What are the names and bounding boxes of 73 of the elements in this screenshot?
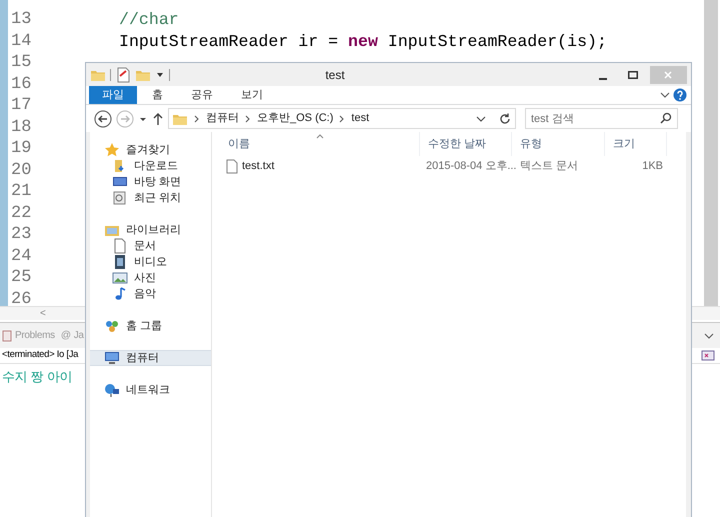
ribbon-tab[interactable]: 보기 bbox=[228, 86, 276, 104]
breadcrumb-item[interactable]: test bbox=[351, 110, 370, 127]
nav-item[interactable]: 바탕 화면 bbox=[90, 174, 211, 190]
breadcrumb-item[interactable]: 오후반_OS (C:) bbox=[257, 110, 334, 127]
console-icon bbox=[700, 348, 716, 362]
line-number: 16 bbox=[10, 74, 32, 95]
search-icon bbox=[660, 112, 672, 124]
line-number: 22 bbox=[10, 202, 32, 224]
window-title: test bbox=[324, 66, 346, 84]
back-icon bbox=[94, 110, 112, 128]
chevron-down-icon bbox=[659, 90, 671, 100]
nav-item[interactable]: 다운로드 bbox=[90, 158, 211, 174]
recent-places-icon bbox=[112, 190, 128, 206]
minimize-icon bbox=[599, 78, 607, 80]
column-header[interactable]: 수정한 날짜 bbox=[428, 136, 486, 152]
line-number: 23 bbox=[10, 224, 32, 246]
document-icon bbox=[112, 238, 128, 254]
nav-item[interactable]: 네트워크 bbox=[90, 382, 211, 398]
forward-icon bbox=[116, 110, 134, 128]
homegroup-icon bbox=[104, 318, 120, 334]
chevron-right-icon bbox=[245, 114, 251, 122]
refresh-icon bbox=[498, 112, 512, 126]
file-name[interactable]: test.txt bbox=[242, 158, 274, 174]
nav-item[interactable]: 즐겨찾기 bbox=[90, 142, 211, 158]
nav-item[interactable]: 홈 그룹 bbox=[90, 318, 211, 334]
column-header[interactable]: 크기 bbox=[613, 136, 635, 152]
picture-icon bbox=[112, 270, 128, 286]
nav-item[interactable]: 라이브러리 bbox=[90, 222, 211, 238]
column-header[interactable]: 유형 bbox=[520, 136, 542, 152]
network-icon bbox=[104, 382, 120, 398]
sort-caret-icon bbox=[316, 134, 324, 139]
chevron-down-icon bbox=[476, 114, 486, 122]
line-number: 13 bbox=[10, 9, 32, 30]
nav-item[interactable]: 비디오 bbox=[90, 254, 211, 270]
line-number: 24 bbox=[10, 246, 32, 267]
line-number: 17 bbox=[10, 95, 32, 116]
line-number: 15 bbox=[10, 52, 32, 74]
address-bar[interactable]: 컴퓨터 오후반_OS (C:) test bbox=[168, 108, 516, 129]
line-number: 21 bbox=[10, 181, 32, 202]
line-number: 19 bbox=[10, 138, 32, 160]
code-line: //char bbox=[119, 9, 179, 30]
column-header[interactable]: 이름 bbox=[228, 136, 250, 152]
code-line: InputStreamReader ir = new InputStreamReader(is); bbox=[119, 30, 607, 52]
line-number: 18 bbox=[10, 116, 32, 138]
chevron-down-icon bbox=[704, 332, 714, 340]
line-number: 26 bbox=[10, 288, 32, 306]
vertical-scrollbar[interactable] bbox=[704, 0, 718, 306]
chevron-right-icon bbox=[194, 114, 200, 122]
star-icon bbox=[104, 142, 120, 158]
maximize-icon bbox=[628, 70, 638, 78]
line-number: 25 bbox=[10, 267, 32, 288]
video-icon bbox=[112, 254, 128, 270]
nav-item[interactable]: 문서 bbox=[90, 238, 211, 254]
ribbon-tab[interactable]: 파일 bbox=[89, 86, 137, 104]
ribbon-tab[interactable]: 홈 bbox=[139, 86, 176, 104]
nav-item[interactable]: 최근 위치 bbox=[90, 190, 211, 206]
table-cell-text: 1KB bbox=[641, 158, 664, 174]
breadcrumb-item[interactable]: 컴퓨터 bbox=[206, 110, 239, 127]
nav-item[interactable]: 음악 bbox=[90, 286, 211, 302]
line-number: 20 bbox=[10, 160, 32, 181]
search-field[interactable]: test 검색 bbox=[525, 108, 678, 129]
up-arrow-icon bbox=[152, 112, 164, 126]
nav-item[interactable]: 사진 bbox=[90, 270, 211, 286]
chevron-right-icon bbox=[339, 114, 346, 122]
ribbon-tab[interactable]: 공유 bbox=[178, 86, 226, 104]
console-output: 수지 짱 아이 bbox=[2, 369, 72, 387]
close-icon bbox=[650, 66, 687, 84]
text-file-icon bbox=[226, 158, 238, 174]
computer-icon bbox=[104, 350, 120, 366]
line-number: 14 bbox=[10, 30, 32, 52]
nav-item[interactable]: 컴퓨터 bbox=[90, 350, 211, 366]
console-status: <terminated> Io [Ja bbox=[2, 348, 78, 362]
properties-icon bbox=[115, 66, 131, 82]
